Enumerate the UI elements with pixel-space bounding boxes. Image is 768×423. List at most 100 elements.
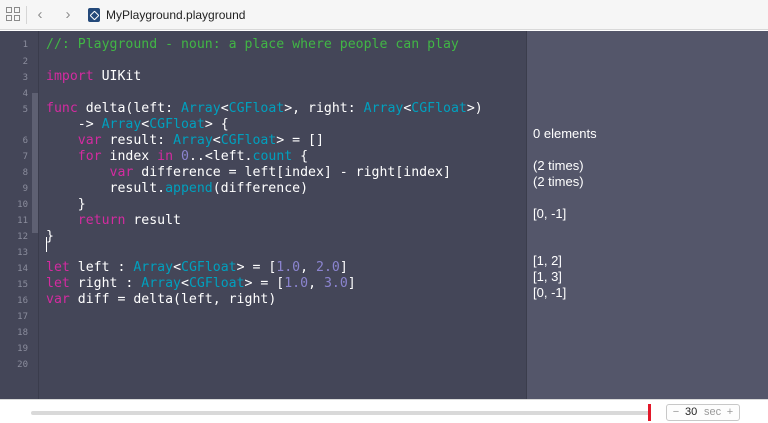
code-token: > = [] (276, 133, 324, 148)
code-token: < (181, 276, 189, 291)
code-token: < (212, 133, 221, 148)
playground-file-icon (88, 8, 100, 22)
line-number-gutter: 1 2 3 4 5 6 7 8 9 10 11 12 13 14 15 16 17 18 19 20 (0, 31, 32, 399)
code-token: return (77, 213, 126, 228)
code-line[interactable]: -> Array<CGFloat> { (46, 117, 229, 133)
line-number: 10 (17, 200, 28, 210)
result-line-14[interactable]: [1, 2] (533, 253, 562, 269)
line-number: 14 (17, 264, 28, 274)
code-line[interactable]: func delta(left: Array<CGFloat>, right: … (46, 101, 483, 117)
code-token: var (77, 133, 102, 148)
code-token: 1.0 (284, 276, 309, 291)
timeline-slider-track[interactable] (31, 411, 651, 415)
code-token: let (46, 260, 70, 275)
line-number: 19 (17, 344, 28, 354)
code-token: UIKit (93, 69, 142, 84)
code-token: } (46, 197, 86, 212)
code-token: CGFloat (188, 276, 245, 291)
code-token: } (46, 229, 54, 244)
line-number: 6 (22, 136, 28, 146)
code-token: ] (339, 260, 348, 275)
result-line-15[interactable]: [1, 3] (533, 269, 562, 285)
results-sidebar: 0 elements (2 times) (2 times) [0, -1] [… (526, 31, 768, 399)
line-number: 12 (17, 232, 28, 242)
jump-bar: ‹ › MyPlayground.playground (0, 0, 768, 30)
back-button[interactable]: ‹ (32, 5, 48, 25)
code-editor[interactable]: 1 2 3 4 5 6 7 8 9 10 11 12 13 14 15 16 17 18 19 20 //: Play… (0, 31, 768, 399)
line-number: 8 (22, 168, 28, 178)
code-token: //: Playground - noun: a place where peo… (46, 37, 459, 52)
gutter-divider (38, 31, 39, 399)
duration-value: 30 (685, 406, 698, 418)
duration-stepper[interactable]: − 30 sec + (666, 404, 740, 421)
code-token: result (125, 213, 181, 228)
code-line[interactable]: //: Playground - noun: a place where peo… (46, 37, 459, 53)
result-line-9[interactable]: (2 times) (533, 174, 584, 190)
line-number: 20 (17, 360, 28, 370)
code-line[interactable]: var difference = left[index] - right[ind… (46, 165, 451, 181)
code-line[interactable]: } (46, 229, 54, 245)
code-token: >) (466, 101, 483, 116)
result-line-16[interactable]: [0, -1] (533, 285, 566, 301)
code-token: 2.0 (316, 260, 340, 275)
code-line[interactable]: for index in 0..<left.count { (46, 149, 308, 165)
code-token: (difference) (212, 181, 309, 196)
code-token: CGFloat (149, 117, 205, 132)
code-token: let (46, 276, 70, 291)
result-line-11[interactable]: [0, -1] (533, 206, 566, 222)
decrement-button[interactable]: − (671, 405, 681, 420)
code-token: CGFloat (411, 101, 467, 116)
code-token: , (300, 260, 317, 275)
code-token: 1.0 (276, 260, 301, 275)
duration-unit: sec (704, 406, 722, 418)
code-token: in (157, 149, 174, 164)
line-number: 5 (22, 105, 28, 115)
code-line[interactable]: import UIKit (46, 69, 141, 85)
code-token: < (173, 260, 182, 275)
code-token: >, right: (284, 101, 364, 116)
line-number: 13 (17, 248, 28, 258)
code-line[interactable]: } (46, 197, 86, 213)
code-line[interactable]: var result: Array<CGFloat> = [] (46, 133, 324, 149)
code-token: ] (347, 276, 356, 291)
code-token: for (77, 149, 102, 164)
timeline-playhead[interactable] (648, 404, 651, 421)
line-number: 17 (17, 312, 28, 322)
line-number: 18 (17, 328, 28, 338)
code-line[interactable]: let right : Array<CGFloat> = [1.0, 3.0] (46, 276, 356, 292)
code-token: > = [ (244, 276, 285, 291)
code-token: CGFloat (181, 260, 237, 275)
line-number: 4 (22, 89, 28, 99)
code-token: delta(left: (77, 101, 181, 116)
result-line-8[interactable]: (2 times) (533, 158, 584, 174)
line-number: 2 (22, 57, 28, 67)
code-token: > = [ (236, 260, 277, 275)
result-line-6[interactable]: 0 elements (533, 126, 597, 142)
increment-button[interactable]: + (725, 405, 735, 420)
breadcrumb-file-name[interactable]: MyPlayground.playground (106, 7, 245, 23)
code-token: append (165, 181, 213, 196)
code-line[interactable]: return result (46, 213, 181, 229)
toolbar-divider (26, 6, 27, 24)
code-token: > { (204, 117, 229, 132)
code-token: Array (133, 260, 174, 275)
code-token: Array (363, 101, 404, 116)
code-token: right : (69, 276, 142, 291)
related-items-grid-icon[interactable] (3, 5, 23, 25)
forward-button[interactable]: › (60, 5, 76, 25)
line-number: 15 (17, 280, 28, 290)
code-token: var (109, 165, 134, 180)
code-token: CGFloat (228, 101, 285, 116)
code-line[interactable]: result.append(difference) (46, 181, 309, 197)
code-line[interactable]: var diff = delta(left, right) (46, 292, 276, 308)
code-token: < (220, 101, 229, 116)
code-token: var (46, 292, 70, 307)
code-token: func (46, 101, 78, 116)
line-number: 16 (17, 296, 28, 306)
line-number: 11 (17, 216, 28, 226)
line-number: 7 (22, 152, 28, 162)
timeline-bar: − 30 sec + (0, 399, 768, 423)
code-token: result: (101, 133, 174, 148)
code-line[interactable]: let left : Array<CGFloat> = [1.0, 2.0] (46, 260, 348, 276)
